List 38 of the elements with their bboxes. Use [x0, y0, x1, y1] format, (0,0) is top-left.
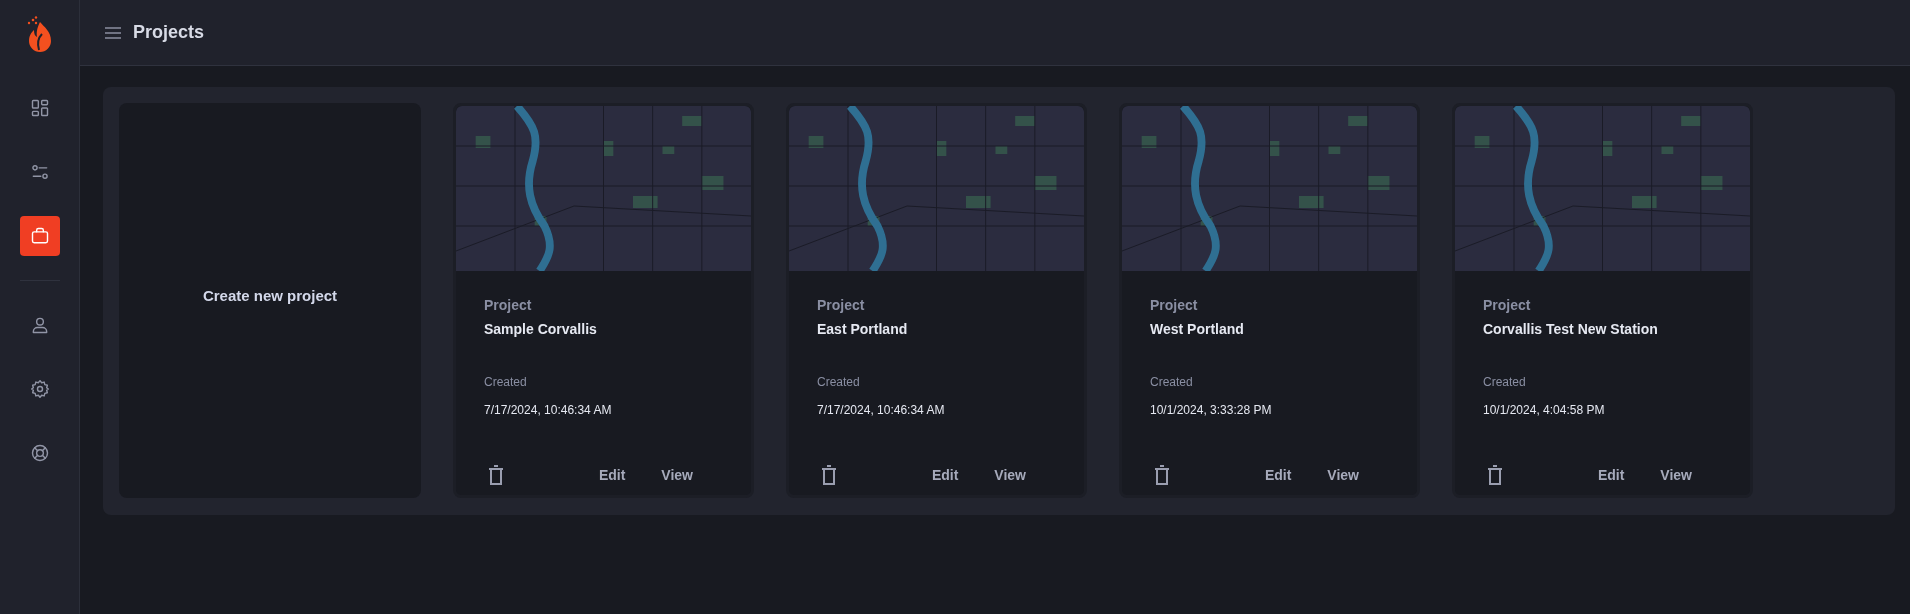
flame-logo-icon	[26, 16, 53, 54]
project-name: Corvallis Test New Station	[1483, 321, 1659, 337]
project-name: East Portland	[817, 321, 909, 337]
edit-button[interactable]: Edit	[921, 461, 969, 489]
page-title: Projects	[133, 22, 205, 43]
edit-button[interactable]: Edit	[588, 461, 636, 489]
trash-icon[interactable]	[1154, 465, 1170, 485]
edit-button[interactable]: Edit	[1587, 461, 1635, 489]
create-project-card[interactable]: Create new project	[119, 103, 421, 498]
menu-icon[interactable]	[105, 26, 121, 39]
created-date: 10/1/2024, 3:33:28 PM	[1150, 403, 1273, 417]
view-button[interactable]: View	[984, 461, 1036, 489]
dashboard-icon	[29, 98, 50, 118]
project-label: Project	[1483, 297, 1532, 313]
project-label: Project	[1150, 297, 1199, 313]
trash-icon[interactable]	[488, 465, 504, 485]
created-label: Created	[817, 375, 861, 389]
created-date: 7/17/2024, 10:46:34 AM	[484, 403, 613, 417]
view-button[interactable]: View	[651, 461, 703, 489]
trash-icon[interactable]	[821, 465, 837, 485]
created-label: Created	[1150, 375, 1194, 389]
edit-button[interactable]: Edit	[1254, 461, 1302, 489]
sliders-icon	[29, 162, 50, 182]
briefcase-icon	[29, 226, 50, 246]
settings-icon	[29, 379, 50, 399]
project-name: Sample Corvallis	[484, 321, 598, 337]
created-label: Created	[484, 375, 528, 389]
view-button[interactable]: View	[1317, 461, 1369, 489]
created-date: 10/1/2024, 4:04:58 PM	[1483, 403, 1606, 417]
view-button[interactable]: View	[1650, 461, 1702, 489]
project-label: Project	[817, 297, 866, 313]
created-label: Created	[1483, 375, 1527, 389]
created-date: 7/17/2024, 10:46:34 AM	[817, 403, 946, 417]
project-name: West Portland	[1150, 321, 1245, 337]
trash-icon[interactable]	[1487, 465, 1503, 485]
lifebuoy-icon	[29, 443, 50, 463]
sidebar-item[interactable]	[19, 216, 60, 256]
project-label: Project	[484, 297, 533, 313]
